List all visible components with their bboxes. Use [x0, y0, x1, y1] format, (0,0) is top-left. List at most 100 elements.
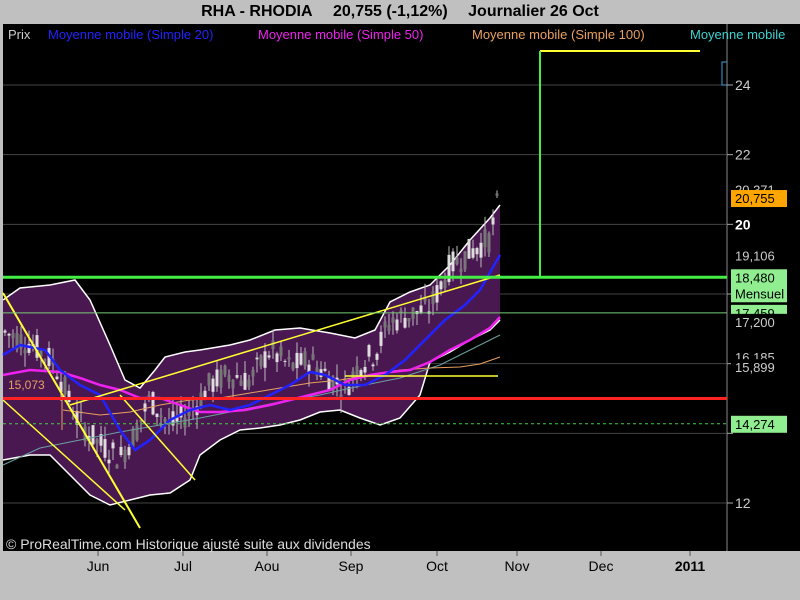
candle-body	[303, 351, 307, 367]
candle-body	[55, 376, 59, 380]
candle-body	[479, 242, 483, 258]
candle-body	[371, 364, 375, 367]
candle-body	[111, 442, 115, 449]
x-tick-label: Jun	[87, 558, 110, 574]
left-level-label: 15,073	[8, 378, 45, 392]
candle-body	[235, 375, 239, 378]
candle-body	[247, 379, 251, 387]
x-axis-ticks: Jun Jul Aou Sep Oct Nov Dec 2011	[87, 551, 706, 574]
candle-body	[375, 353, 379, 360]
candle-body	[7, 333, 11, 336]
candle-body	[215, 369, 219, 387]
legend-price: Prix	[8, 27, 31, 42]
candle-body	[463, 251, 467, 270]
candle-body	[147, 394, 151, 397]
candle-body	[159, 415, 163, 418]
candle-body	[211, 378, 215, 392]
price-tag-text: 15,899	[735, 360, 775, 375]
candle-body	[3, 330, 7, 333]
candle-body	[439, 281, 443, 290]
candle-body	[23, 349, 27, 354]
candle-body	[127, 447, 131, 456]
candle-body	[383, 321, 387, 328]
candle-body	[443, 279, 447, 288]
candle-body	[27, 343, 31, 353]
candle-body	[283, 360, 287, 362]
legend-sma20: Moyenne mobile (Simple 20)	[48, 27, 213, 42]
candle-body	[255, 357, 259, 360]
x-tick-label: Sep	[339, 558, 364, 574]
candle-body	[259, 355, 263, 367]
candle-body	[391, 317, 395, 323]
candle-body	[299, 353, 303, 365]
candle-body	[263, 351, 267, 368]
candle-body	[123, 449, 127, 463]
candle-body	[143, 403, 147, 412]
candle-body	[63, 377, 67, 395]
candle-body	[455, 257, 459, 265]
price-tag-text: 19,106	[735, 248, 775, 263]
candle-body	[287, 357, 291, 360]
candle-body	[183, 417, 187, 428]
candle-body	[459, 268, 463, 273]
candle-body	[395, 319, 399, 331]
y-tick-label: 24	[735, 77, 751, 93]
candle-body	[227, 375, 231, 382]
candle-body	[251, 369, 255, 377]
x-tick-label: Oct	[426, 558, 448, 574]
price-tag-text: 17,200	[735, 315, 775, 330]
candle-body	[95, 439, 99, 444]
legend-sma100: Moyenne mobile (Simple 100)	[472, 27, 645, 42]
y-tick-label: 12	[735, 495, 751, 511]
candle-body	[295, 352, 299, 369]
x-tick-label: Jul	[174, 558, 192, 574]
candle-body	[155, 413, 159, 417]
y-tick-label: 20	[735, 216, 751, 232]
candle-body	[291, 363, 295, 370]
candle-body	[387, 324, 391, 331]
price-tag-text: 14,274	[735, 417, 775, 432]
price-tag-text: 20,755	[735, 191, 775, 206]
candle-body	[115, 464, 119, 469]
candle-body	[107, 459, 111, 464]
candle-body	[43, 359, 47, 361]
price-tag-text: 18,480	[735, 270, 775, 285]
candle-body	[207, 373, 211, 386]
y-tick-label: 22	[735, 147, 751, 163]
candle-body	[267, 355, 271, 358]
candle-body	[475, 248, 479, 255]
candle-body	[151, 392, 155, 415]
x-tick-label: Nov	[505, 558, 530, 574]
candle-body	[367, 345, 371, 357]
candle-body	[407, 318, 411, 322]
candle-body	[91, 425, 95, 445]
candle-body	[467, 239, 471, 259]
x-tick-label: 2011	[675, 558, 706, 574]
candle-body	[119, 446, 123, 456]
candle-body	[311, 354, 315, 360]
candle-body	[363, 366, 367, 373]
x-tick-label: Aou	[255, 558, 280, 574]
candle-body	[67, 390, 71, 402]
candle-body	[275, 353, 279, 363]
candle-body	[403, 317, 407, 328]
candle-body	[279, 346, 283, 357]
price-chart[interactable]: 12202224 Jun Jul Aou Sep Oct Nov Dec 2011 20,37…	[0, 0, 800, 600]
footer-text: © ProRealTime.com Historique ajusté suit…	[6, 536, 371, 552]
candle-body	[71, 417, 75, 419]
candle-body	[11, 333, 15, 339]
candle-body	[431, 291, 435, 305]
candle-body	[271, 340, 275, 350]
candle-body	[219, 369, 223, 388]
candle-body	[135, 425, 139, 441]
candle-body	[103, 439, 107, 458]
legend-sma50: Moyenne mobile (Simple 50)	[258, 27, 423, 42]
candle-body	[223, 365, 227, 375]
candle-body	[231, 379, 235, 389]
candle-body	[487, 233, 491, 253]
candle-body	[471, 248, 475, 258]
mensuel-tag-text: Mensuel	[735, 286, 784, 301]
legend-sma-extra: Moyenne mobile	[690, 27, 785, 42]
candle-body	[451, 251, 455, 272]
candle-body	[379, 331, 383, 346]
